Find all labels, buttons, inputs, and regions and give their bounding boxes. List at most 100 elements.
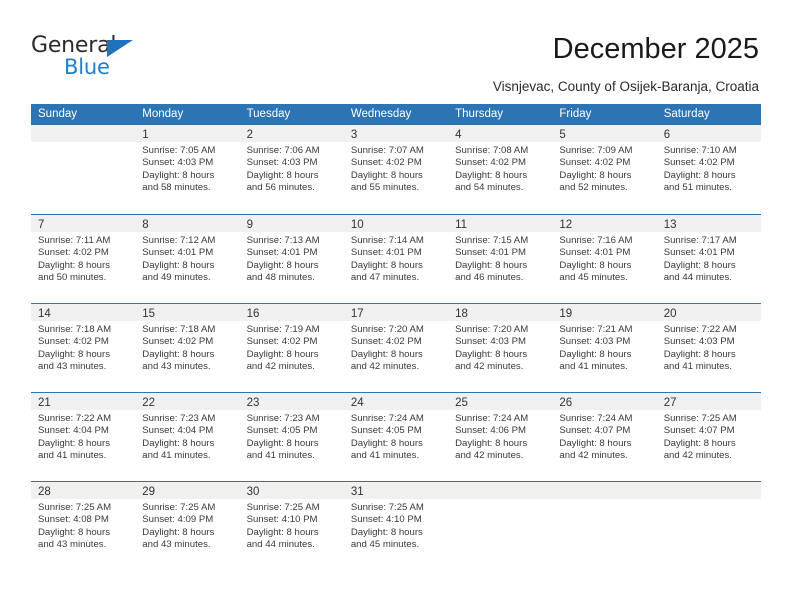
day-sun-info: Sunrise: 7:16 AM Sunset: 4:01 PM Daylight:… — [552, 232, 656, 285]
weekday-header-monday: Monday — [142, 108, 184, 120]
calendar-day-cell[interactable]: 26 Sunrise: 7:24 AM Sunset: 4:07 PM Dayligh… — [552, 393, 657, 481]
day-number-band: 25 — [448, 393, 553, 410]
day-number: 5 — [559, 129, 566, 141]
day-number-band: 24 — [343, 393, 449, 410]
sunset-text: Sunset: 4:05 PM — [350, 425, 422, 437]
calendar-day-cell[interactable]: 30 Sunrise: 7:25 AM Sunset: 4:10 PM Dayligh… — [239, 482, 344, 570]
calendar-day-cell[interactable]: 16 Sunrise: 7:19 AM Sunset: 4:02 PM Dayligh… — [239, 304, 344, 392]
sunrise-text: Sunrise: 7:18 AM — [142, 324, 216, 335]
sunrise-text: Sunrise: 7:15 AM — [455, 235, 529, 246]
sunset-text: Sunset: 4:02 PM — [38, 247, 109, 259]
day-number: 8 — [142, 219, 149, 231]
daylight-text-line2: and 42 minutes. — [663, 450, 732, 462]
calendar-day-cell[interactable]: 29 Sunrise: 7:25 AM Sunset: 4:09 PM Dayligh… — [135, 482, 240, 570]
calendar-day-cell[interactable]: 24 Sunrise: 7:24 AM Sunset: 4:05 PM Dayligh… — [343, 393, 449, 481]
day-number: 11 — [455, 219, 468, 231]
sunset-text: Sunset: 4:07 PM — [559, 425, 631, 437]
daylight-text-line2: and 42 minutes. — [559, 450, 628, 462]
sunset-text: Sunset: 4:02 PM — [246, 336, 318, 348]
daylight-text-line1: Daylight: 8 hours — [455, 169, 528, 181]
sunset-text: Sunset: 4:02 PM — [38, 336, 109, 348]
day-sun-info: Sunrise: 7:20 AM Sunset: 4:02 PM Daylight:… — [344, 321, 448, 374]
sunrise-text: Sunrise: 7:22 AM — [663, 324, 737, 335]
daylight-text-line2: and 51 minutes. — [663, 182, 732, 194]
daylight-text-line1: Daylight: 8 hours — [246, 348, 319, 360]
day-number-band — [656, 482, 761, 499]
calendar-day-cell[interactable]: 27 Sunrise: 7:25 AM Sunset: 4:07 PM Dayligh… — [656, 393, 761, 481]
calendar-day-cell[interactable]: 10 Sunrise: 7:14 AM Sunset: 4:01 PM Dayligh… — [343, 215, 449, 303]
day-sun-info: Sunrise: 7:09 AM Sunset: 4:02 PM Daylight:… — [552, 142, 656, 195]
daylight-text-line1: Daylight: 8 hours — [142, 526, 215, 538]
calendar-day-cell[interactable]: 6 Sunrise: 7:10 AM Sunset: 4:02 PM Daylight… — [656, 125, 761, 214]
day-number-band: 18 — [448, 304, 553, 321]
calendar-day-cell[interactable]: 5 Sunrise: 7:09 AM Sunset: 4:02 PM Daylight… — [552, 125, 657, 214]
calendar-day-cell[interactable]: 12 Sunrise: 7:16 AM Sunset: 4:01 PM Dayligh… — [552, 215, 657, 303]
sunrise-text: Sunrise: 7:09 AM — [559, 145, 633, 156]
calendar-day-cell[interactable]: 22 Sunrise: 7:23 AM Sunset: 4:04 PM Dayligh… — [135, 393, 240, 481]
daylight-text-line2: and 55 minutes. — [350, 182, 420, 194]
calendar-day-cell[interactable]: 19 Sunrise: 7:21 AM Sunset: 4:03 PM Dayligh… — [552, 304, 657, 392]
daylight-text-line1: Daylight: 8 hours — [38, 526, 110, 538]
calendar-day-cell[interactable]: 11 Sunrise: 7:15 AM Sunset: 4:01 PM Dayligh… — [448, 215, 553, 303]
weekday-header-saturday: Saturday — [663, 108, 710, 120]
calendar-day-cell[interactable]: 31 Sunrise: 7:25 AM Sunset: 4:10 PM Dayligh… — [343, 482, 449, 570]
calendar-day-cell[interactable]: 7 Sunrise: 7:11 AM Sunset: 4:02 PM Daylight… — [31, 215, 136, 303]
weekday-header-sunday: Sunday — [38, 108, 78, 120]
daylight-text-line1: Daylight: 8 hours — [38, 348, 110, 360]
calendar-day-cell[interactable]: 14 Sunrise: 7:18 AM Sunset: 4:02 PM Dayligh… — [31, 304, 136, 392]
calendar-day-cell-empty — [31, 125, 136, 214]
sunrise-text: Sunrise: 7:18 AM — [38, 324, 112, 335]
day-number-band: 2 — [239, 125, 344, 142]
day-sun-info: Sunrise: 7:22 AM Sunset: 4:03 PM Daylight:… — [657, 321, 761, 374]
day-sun-info: Sunrise: 7:23 AM Sunset: 4:04 PM Daylight:… — [135, 410, 239, 463]
sunrise-text: Sunrise: 7:21 AM — [559, 324, 633, 335]
daylight-text-line1: Daylight: 8 hours — [142, 437, 215, 449]
sunrise-text: Sunrise: 7:13 AM — [246, 235, 320, 246]
daylight-text-line2: and 50 minutes. — [38, 272, 107, 284]
day-sun-info: Sunrise: 7:25 AM Sunset: 4:08 PM Daylight:… — [31, 499, 135, 552]
daylight-text-line1: Daylight: 8 hours — [559, 169, 632, 181]
general-blue-logo[interactable]: General Blue — [31, 33, 171, 85]
daylight-text-line2: and 41 minutes. — [663, 361, 732, 373]
sunset-text: Sunset: 4:02 PM — [559, 157, 631, 169]
sunrise-text: Sunrise: 7:07 AM — [350, 145, 424, 156]
calendar-week-row: 1 Sunrise: 7:05 AM Sunset: 4:03 PM Daylight… — [31, 125, 761, 214]
calendar-day-cell[interactable]: 17 Sunrise: 7:20 AM Sunset: 4:02 PM Dayligh… — [343, 304, 449, 392]
daylight-text-line1: Daylight: 8 hours — [142, 259, 215, 271]
day-number-band: 6 — [656, 125, 761, 142]
calendar-day-cell[interactable]: 2 Sunrise: 7:06 AM Sunset: 4:03 PM Daylight… — [239, 125, 344, 214]
calendar-day-cell[interactable]: 15 Sunrise: 7:18 AM Sunset: 4:02 PM Dayligh… — [135, 304, 240, 392]
day-sun-info: Sunrise: 7:25 AM Sunset: 4:10 PM Daylight:… — [240, 499, 344, 552]
daylight-text-line1: Daylight: 8 hours — [455, 259, 528, 271]
daylight-text-line1: Daylight: 8 hours — [246, 437, 319, 449]
calendar-day-cell[interactable]: 4 Sunrise: 7:08 AM Sunset: 4:02 PM Daylight… — [448, 125, 553, 214]
day-sun-info: Sunrise: 7:24 AM Sunset: 4:07 PM Daylight:… — [552, 410, 656, 463]
sunrise-text: Sunrise: 7:11 AM — [38, 235, 111, 246]
day-number: 12 — [559, 219, 573, 231]
calendar-day-cell[interactable]: 8 Sunrise: 7:12 AM Sunset: 4:01 PM Daylight… — [135, 215, 240, 303]
calendar-day-cell[interactable]: 13 Sunrise: 7:17 AM Sunset: 4:01 PM Dayligh… — [656, 215, 761, 303]
calendar-day-cell[interactable]: 9 Sunrise: 7:13 AM Sunset: 4:01 PM Daylight… — [239, 215, 344, 303]
daylight-text-line1: Daylight: 8 hours — [350, 169, 423, 181]
calendar-day-cell[interactable]: 18 Sunrise: 7:20 AM Sunset: 4:03 PM Dayligh… — [448, 304, 553, 392]
daylight-text-line1: Daylight: 8 hours — [455, 348, 528, 360]
day-number: 24 — [350, 397, 364, 409]
weekday-header-thursday: Thursday — [455, 108, 504, 120]
sunrise-text: Sunrise: 7:24 AM — [350, 413, 424, 424]
daylight-text-line2: and 43 minutes. — [38, 539, 107, 551]
calendar-day-cell[interactable]: 3 Sunrise: 7:07 AM Sunset: 4:02 PM Daylight… — [343, 125, 449, 214]
day-number: 16 — [246, 308, 260, 320]
calendar-day-cell[interactable]: 28 Sunrise: 7:25 AM Sunset: 4:08 PM Dayligh… — [31, 482, 136, 570]
calendar-day-cell[interactable]: 1 Sunrise: 7:05 AM Sunset: 4:03 PM Daylight… — [135, 125, 240, 214]
day-number-band: 26 — [552, 393, 657, 410]
calendar-day-cell[interactable]: 21 Sunrise: 7:22 AM Sunset: 4:04 PM Dayligh… — [31, 393, 136, 481]
day-number-band — [552, 482, 657, 499]
daylight-text-line2: and 41 minutes. — [559, 361, 628, 373]
sunset-text: Sunset: 4:01 PM — [559, 247, 631, 259]
calendar-day-cell[interactable]: 25 Sunrise: 7:24 AM Sunset: 4:06 PM Dayligh… — [448, 393, 553, 481]
calendar-day-cell[interactable]: 23 Sunrise: 7:23 AM Sunset: 4:05 PM Dayligh… — [239, 393, 344, 481]
page-subtitle-location: Visnjevac, County of Osijek-Baranja, Cro… — [492, 79, 759, 94]
day-number-band: 31 — [343, 482, 449, 499]
day-sun-info: Sunrise: 7:25 AM Sunset: 4:07 PM Daylight:… — [657, 410, 761, 463]
calendar-day-cell[interactable]: 20 Sunrise: 7:22 AM Sunset: 4:03 PM Dayligh… — [656, 304, 761, 392]
